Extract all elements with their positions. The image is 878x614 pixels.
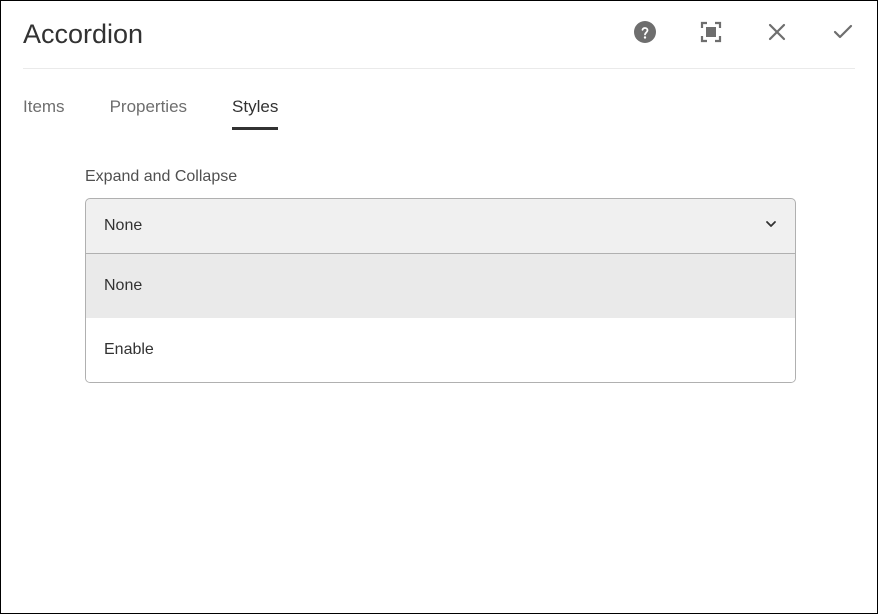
- tab-content: Expand and Collapse None None Enable: [1, 130, 877, 405]
- fullscreen-icon: [700, 21, 722, 48]
- field-label-expand-collapse: Expand and Collapse: [85, 168, 855, 186]
- option-none[interactable]: None: [86, 254, 795, 318]
- tabs: Items Properties Styles: [1, 69, 877, 130]
- dialog: Accordion: [0, 0, 878, 614]
- fullscreen-button[interactable]: [699, 23, 723, 47]
- checkmark-icon: [831, 20, 855, 49]
- option-enable[interactable]: Enable: [86, 318, 795, 382]
- done-button[interactable]: [831, 23, 855, 47]
- cancel-button[interactable]: [765, 23, 789, 47]
- dialog-header: Accordion: [1, 1, 877, 68]
- tab-items[interactable]: Items: [23, 97, 65, 130]
- help-button[interactable]: [633, 23, 657, 47]
- header-actions: [633, 23, 855, 47]
- tab-properties[interactable]: Properties: [110, 97, 187, 130]
- select-value: None: [104, 217, 142, 235]
- close-icon: [767, 22, 787, 47]
- select-expand-collapse: None None Enable: [85, 198, 796, 383]
- chevron-down-icon: [765, 217, 777, 235]
- select-dropdown: None Enable: [85, 254, 796, 383]
- help-icon: [634, 21, 656, 48]
- dialog-title: Accordion: [23, 19, 143, 50]
- tab-styles[interactable]: Styles: [232, 97, 278, 130]
- select-trigger[interactable]: None: [85, 198, 796, 254]
